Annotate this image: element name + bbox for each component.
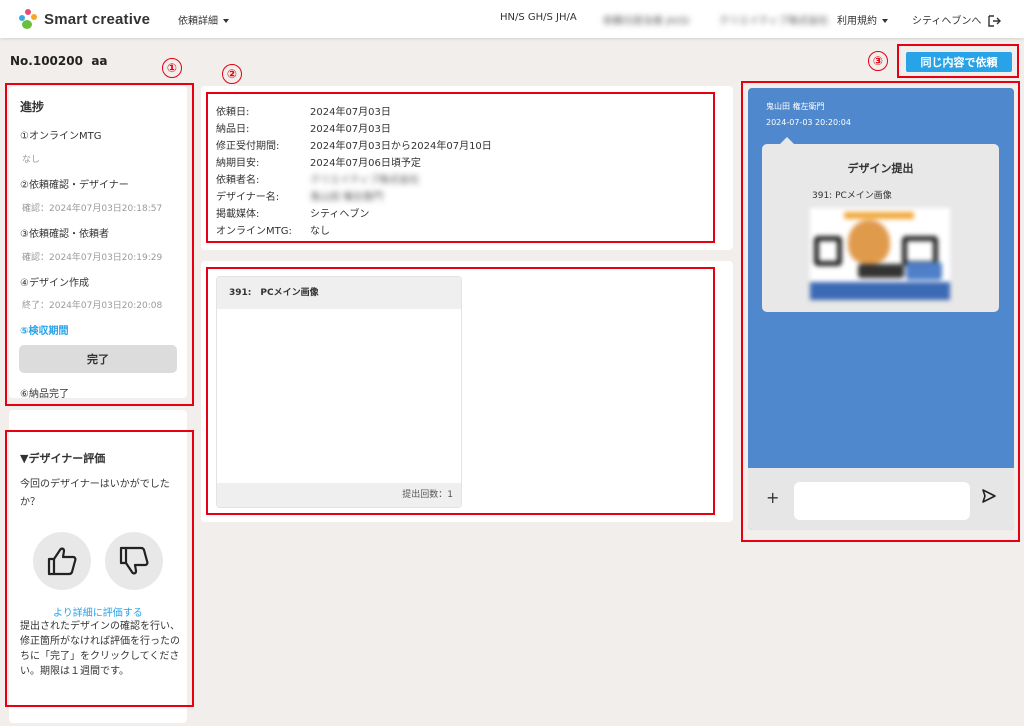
callout-box-4 — [5, 430, 194, 707]
company-name-blurred[interactable]: クリエイティブ株式会社 — [719, 12, 828, 27]
terms-label: 利用規約 — [837, 16, 877, 27]
callout-2: ② — [222, 64, 242, 84]
callout-box-3 — [897, 44, 1019, 78]
order-number-value: No.100200 — [10, 54, 83, 68]
account-codes: HN/S GH/S JH/A — [500, 12, 577, 23]
top-navigation-bar: Smart creative 依頼詳細 HN/S GH/S JH/A 依頼元担当… — [0, 0, 1024, 38]
order-name: aa — [91, 54, 108, 68]
callout-box-6 — [741, 81, 1020, 542]
callout-box-5 — [206, 267, 715, 515]
callout-1: ① — [162, 58, 182, 78]
logo-mark-icon — [18, 9, 38, 29]
request-detail-menu[interactable]: 依頼詳細 — [178, 12, 229, 27]
user-name-blurred[interactable]: 依頼元担当者 JH/SI — [603, 12, 689, 27]
logo-text: Smart creative — [44, 10, 151, 28]
order-number: No.100200 aa — [10, 54, 108, 68]
terms-menu[interactable]: 利用規約 — [837, 12, 888, 27]
cityheaven-link[interactable]: シティヘブンへ — [912, 12, 1001, 27]
logout-icon — [987, 15, 1001, 27]
callout-box-1 — [5, 83, 194, 406]
cityheaven-label: シティヘブンへ — [912, 16, 982, 27]
callout-3: ③ — [868, 51, 888, 71]
request-detail-label: 依頼詳細 — [178, 16, 218, 27]
caret-down-icon — [882, 19, 888, 23]
logo[interactable]: Smart creative — [18, 9, 150, 29]
callout-box-2 — [206, 92, 715, 243]
caret-down-icon — [223, 19, 229, 23]
